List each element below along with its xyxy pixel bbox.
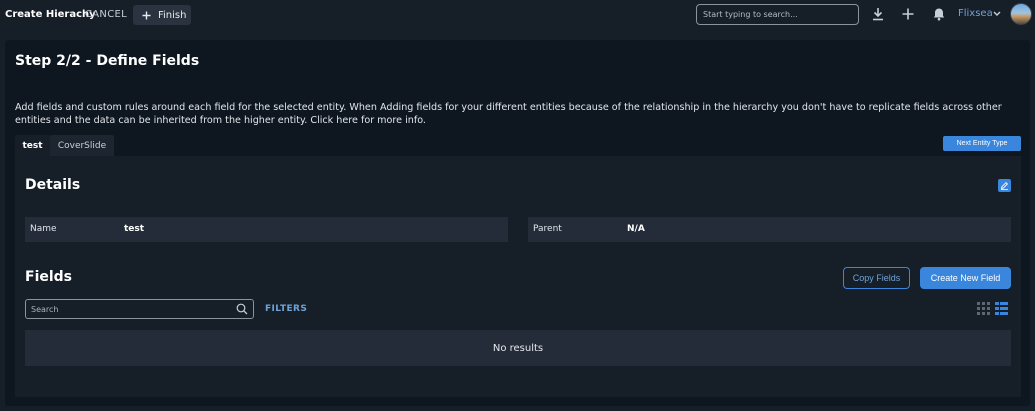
parent-value: N/A: [627, 224, 645, 234]
edit-details-button[interactable]: [998, 179, 1011, 192]
search-icon[interactable]: [236, 303, 248, 315]
tab-test[interactable]: test: [15, 135, 50, 156]
no-results-text: No results: [492, 342, 544, 354]
fields-empty-state: No results: [25, 330, 1011, 366]
download-icon[interactable]: [871, 7, 885, 21]
filters-button[interactable]: FILTERS: [265, 304, 307, 314]
edit-icon: [1000, 181, 1009, 190]
cancel-button[interactable]: CANCEL: [85, 9, 127, 20]
finish-label: Finish: [158, 9, 187, 21]
page-title: Step 2/2 - Define Fields: [15, 53, 200, 69]
user-name-menu[interactable]: Flixsea: [958, 8, 993, 19]
plus-icon: [142, 11, 151, 19]
name-label: Name: [30, 224, 57, 234]
fields-search: [25, 299, 254, 319]
list-view-icon[interactable]: [995, 302, 1008, 315]
bell-icon[interactable]: [932, 7, 946, 21]
next-entity-type-button[interactable]: Next Entity Type: [943, 136, 1021, 151]
page-description: Add fields and custom rules around each …: [15, 102, 1002, 126]
app-title: Create Hierachy: [5, 9, 96, 20]
avatar[interactable]: [1010, 3, 1032, 25]
copy-fields-button[interactable]: Copy Fields: [843, 267, 910, 289]
parent-label: Parent: [533, 224, 562, 234]
grid-view-icon[interactable]: [977, 302, 990, 315]
name-row: Name test: [25, 217, 508, 242]
top-bar: Create Hierachy CANCEL Finish Flixsea: [0, 0, 1035, 29]
tab-coverslide[interactable]: CoverSlide: [50, 135, 114, 156]
details-title: Details: [25, 177, 81, 193]
global-search-input[interactable]: [696, 4, 859, 25]
fields-search-input[interactable]: [31, 303, 231, 315]
fields-title: Fields: [25, 269, 73, 285]
finish-button[interactable]: Finish: [133, 5, 191, 25]
add-icon[interactable]: [901, 7, 915, 21]
chevron-down-icon[interactable]: [993, 11, 1001, 17]
parent-row: Parent N/A: [528, 217, 1011, 242]
name-value: test: [124, 224, 145, 234]
create-new-field-button[interactable]: Create New Field: [920, 267, 1011, 289]
